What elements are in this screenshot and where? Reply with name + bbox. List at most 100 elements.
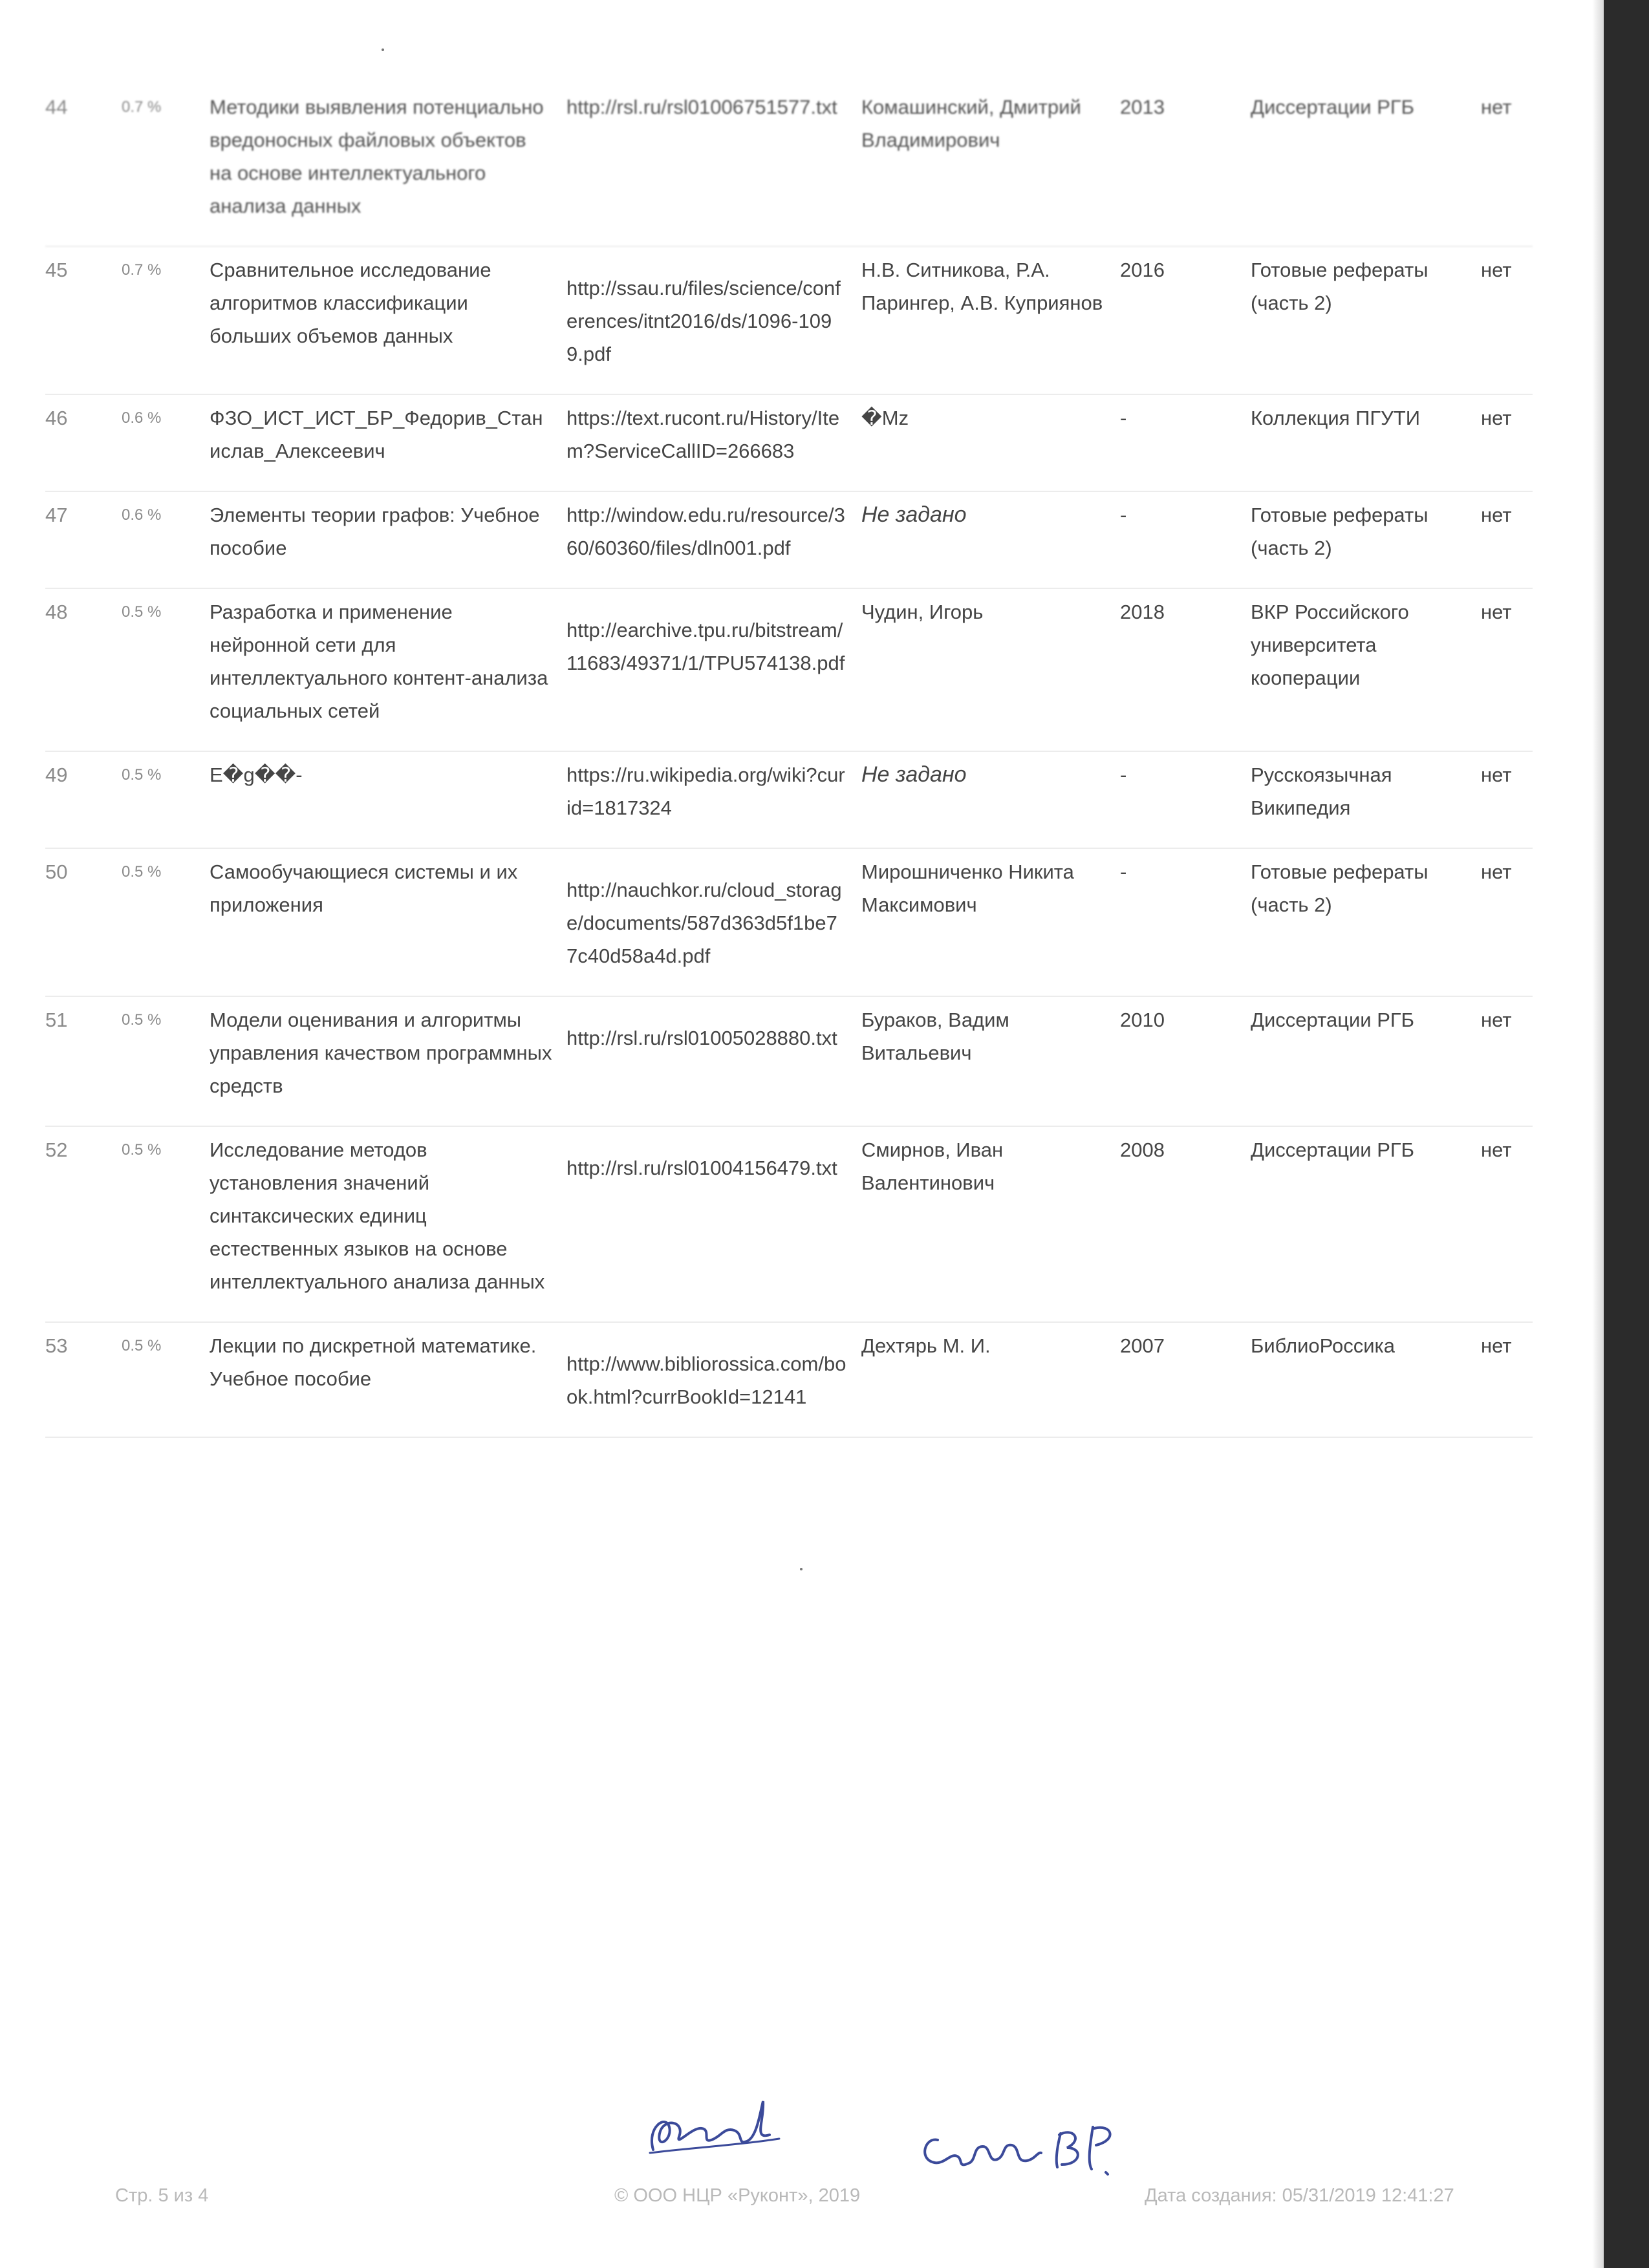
row-percent: 0.6 % [122, 409, 162, 427]
row-url: http://window.edu.ru/resource/360/60360/… [566, 504, 845, 559]
row-title: Разработка и применение нейронной сети д… [210, 601, 548, 722]
row-citation: нет [1481, 1139, 1512, 1161]
row-collection: Русскоязычная Википедия [1251, 764, 1392, 819]
row-citation: нет [1481, 861, 1512, 883]
row-author: Не задано [861, 762, 967, 787]
row-url: https://text.rucont.ru/History/Item?Serv… [566, 407, 840, 462]
row-url: http://ssau.ru/files/science/conferences… [566, 277, 841, 365]
row-title: Модели оценивания и алгоритмы управления… [210, 1009, 552, 1097]
row-title: Лекции по дискретной математике. Учебное… [210, 1334, 537, 1390]
row-number: 50 [45, 861, 68, 883]
table-row: 47 0.6 % Элементы теории графов: Учебное… [45, 492, 1533, 589]
row-year: 2008 [1120, 1139, 1165, 1161]
row-citation: нет [1481, 407, 1512, 429]
table-row: 45 0.7 % Сравнительное исследование алго… [45, 247, 1533, 395]
row-number: 48 [45, 601, 68, 623]
table-row: 52 0.5 % Исследование методов установлен… [45, 1127, 1533, 1323]
row-title: ФЗО_ИСТ_ИСТ_БР_Федорив_Станислав_Алексее… [210, 407, 543, 462]
row-collection: Диссертации РГБ [1251, 1139, 1415, 1161]
row-percent: 0.5 % [122, 1337, 162, 1354]
row-year: 2016 [1120, 259, 1165, 281]
row-percent: 0.5 % [122, 1141, 162, 1159]
row-year: - [1120, 504, 1127, 526]
row-url: http://www.bibliorossica.com/book.html?c… [566, 1353, 846, 1408]
row-year: 2013 [1120, 96, 1165, 118]
row-url: http://nauchkor.ru/cloud_storage/documen… [566, 879, 842, 967]
row-number: 51 [45, 1009, 68, 1031]
row-citation: нет [1481, 764, 1512, 786]
row-year: 2007 [1120, 1334, 1165, 1357]
row-author: Комашинский, Дмитрий Владимирович [861, 96, 1081, 151]
row-author: �Mz [861, 407, 909, 429]
row-percent: 0.5 % [122, 603, 162, 621]
row-citation: нет [1481, 504, 1512, 526]
row-number: 47 [45, 504, 68, 526]
row-url: http://rsl.ru/rsl01004156479.txt [566, 1157, 837, 1179]
page-footer: Стр. 5 из 4 © ООО НЦР «Руконт», 2019 Дат… [0, 2185, 1649, 2224]
row-collection: Диссертации РГБ [1251, 96, 1415, 118]
row-percent: 0.5 % [122, 766, 162, 784]
row-collection: БиблиоРоссика [1251, 1334, 1396, 1357]
row-citation: нет [1481, 601, 1512, 623]
row-percent: 0.7 % [122, 98, 162, 116]
row-number: 52 [45, 1139, 68, 1161]
row-citation: нет [1481, 1009, 1512, 1031]
row-author: Не задано [861, 502, 967, 527]
table-row: 50 0.5 % Самообучающиеся системы и их пр… [45, 849, 1533, 997]
scan-speck [382, 48, 384, 51]
signature-2 [923, 2126, 1112, 2176]
row-title: Методики выявления потенциально вредонос… [210, 96, 544, 217]
row-number: 53 [45, 1334, 68, 1357]
row-author: Смирнов, Иван Валентинович [861, 1139, 1004, 1194]
row-collection: Диссертации РГБ [1251, 1009, 1415, 1031]
footer-page-number: Стр. 5 из 4 [115, 2185, 209, 2206]
row-title: Элементы теории графов: Учебное пособие [210, 504, 540, 559]
table-row: 49 0.5 % E�g��- https://ru.wikipedia.org… [45, 752, 1533, 849]
signature-1 [649, 2101, 781, 2154]
row-year: 2010 [1120, 1009, 1165, 1031]
row-title: Сравнительное исследование алгоритмов кл… [210, 259, 491, 347]
row-number: 46 [45, 407, 68, 429]
row-year: - [1120, 407, 1127, 429]
row-percent: 0.6 % [122, 506, 162, 524]
row-number: 45 [45, 259, 68, 281]
row-citation: нет [1481, 259, 1512, 281]
row-collection: ВКР Российского университета кооперации [1251, 601, 1409, 689]
row-citation: нет [1481, 1334, 1512, 1357]
scan-shadow [1592, 0, 1604, 2268]
row-url: http://earchive.tpu.ru/bitstream/11683/4… [566, 619, 845, 674]
row-collection: Готовые рефераты (часть 2) [1251, 259, 1428, 314]
row-number: 44 [45, 96, 68, 118]
row-url: http://rsl.ru/rsl01005028880.txt [566, 1027, 837, 1049]
sources-table: 44 0.7 % Методики выявления потенциально… [45, 84, 1533, 1438]
scan-speck [800, 1568, 803, 1570]
row-author: Бураков, Вадим Витальевич [861, 1009, 1009, 1064]
row-author: Чудин, Игорь [861, 601, 984, 623]
row-year: - [1120, 861, 1127, 883]
row-author: Мирошниченко Никита Максимович [861, 861, 1074, 916]
row-number: 49 [45, 764, 68, 786]
row-title: Самообучающиеся системы и их приложения [210, 861, 518, 916]
row-percent: 0.5 % [122, 863, 162, 881]
row-url: http://rsl.ru/rsl01006751577.txt [566, 96, 837, 118]
row-citation: нет [1481, 96, 1512, 118]
footer-copyright: © ООО НЦР «Руконт», 2019 [614, 2185, 861, 2206]
row-percent: 0.5 % [122, 1011, 162, 1029]
row-author: Н.В. Ситникова, Р.А. Парингер, А.В. Купр… [861, 259, 1103, 314]
row-title: Исследование методов установления значен… [210, 1139, 545, 1293]
table-row: 48 0.5 % Разработка и применение нейронн… [45, 589, 1533, 752]
row-collection: Готовые рефераты (часть 2) [1251, 861, 1428, 916]
row-title: E�g��- [210, 764, 303, 786]
table-row: 46 0.6 % ФЗО_ИСТ_ИСТ_БР_Федорив_Станисла… [45, 395, 1533, 492]
table-row: 44 0.7 % Методики выявления потенциально… [45, 84, 1533, 247]
row-collection: Готовые рефераты (часть 2) [1251, 504, 1428, 559]
row-year: - [1120, 764, 1127, 786]
row-percent: 0.7 % [122, 261, 162, 279]
scan-edge [1604, 0, 1649, 2268]
row-url: https://ru.wikipedia.org/wiki?curid=1817… [566, 764, 845, 819]
table-row: 53 0.5 % Лекции по дискретной математике… [45, 1323, 1533, 1438]
row-collection: Коллекция ПГУТИ [1251, 407, 1421, 429]
table-row: 51 0.5 % Модели оценивания и алгоритмы у… [45, 997, 1533, 1127]
row-author: Дехтярь М. И. [861, 1334, 991, 1357]
footer-creation-date: Дата создания: 05/31/2019 12:41:27 [1145, 2185, 1454, 2206]
